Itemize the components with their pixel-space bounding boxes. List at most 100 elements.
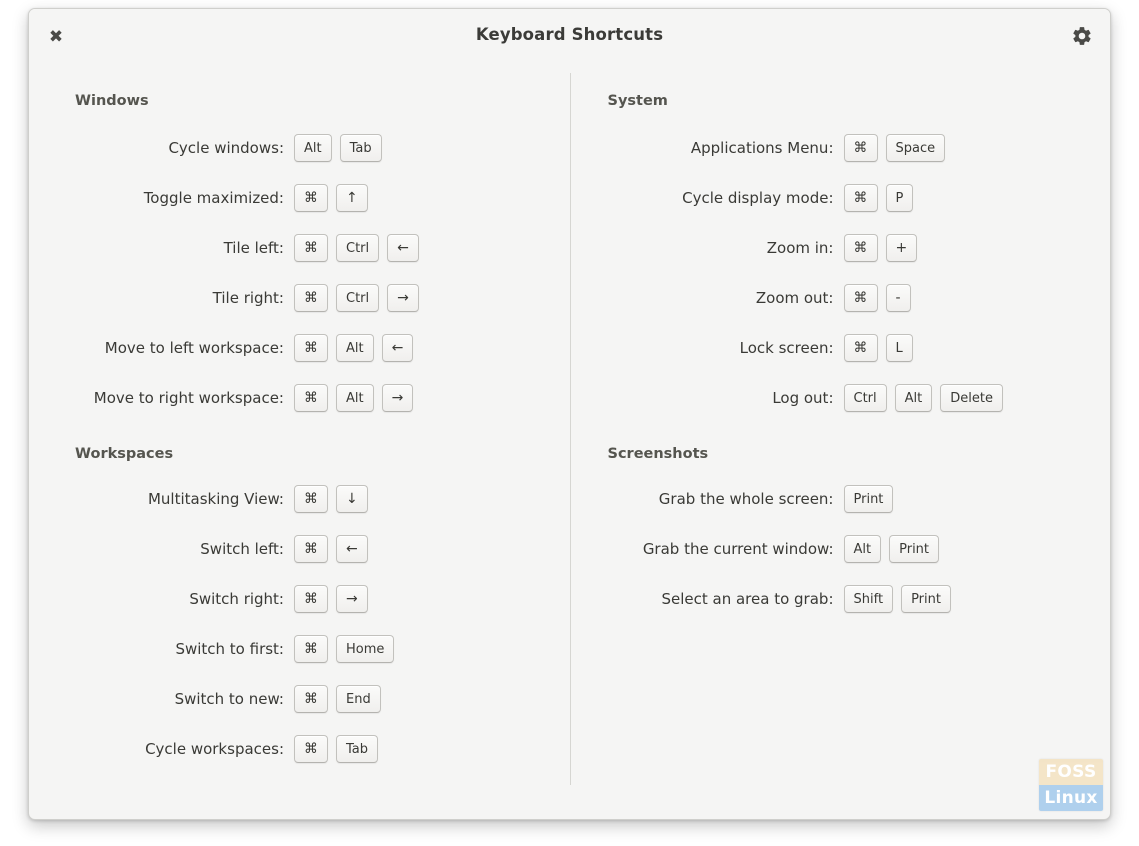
key-combo: ⌘ L xyxy=(843,334,913,362)
shortcut-row-cycle-display-mode: Cycle display mode: ⌘ P xyxy=(604,173,1111,223)
key-combo: Alt Tab xyxy=(294,134,382,162)
shortcut-row-lock-screen: Lock screen: ⌘ L xyxy=(604,323,1111,373)
shortcut-label: Toggle maximized: xyxy=(143,189,284,207)
section-title-screenshots: Screenshots xyxy=(607,446,709,462)
key-cap: Print xyxy=(901,585,951,613)
shortcut-row-grab-the-whole-screen: Grab the whole screen: Print xyxy=(604,474,1111,524)
shortcut-row-zoom-in: Zoom in: ⌘ + xyxy=(604,223,1111,273)
shortcut-row-tile-right: Tile right: ⌘ Ctrl → xyxy=(47,273,569,323)
shortcut-row-cycle-windows: Cycle windows: Alt Tab xyxy=(47,123,569,173)
key-cap: Home xyxy=(336,635,395,663)
key-cap: L xyxy=(885,334,913,362)
key-combo: ⌘ End xyxy=(294,685,381,713)
shortcut-label: Grab the current window: xyxy=(642,540,834,558)
shortcut-label: Cycle display mode: xyxy=(682,189,834,207)
key-cap: Tab xyxy=(339,134,382,162)
shortcut-label: Log out: xyxy=(772,389,834,407)
key-cap: ⌘ xyxy=(294,635,328,663)
shortcut-row-zoom-out: Zoom out: ⌘ - xyxy=(604,273,1111,323)
key-combo: ⌘ Ctrl ← xyxy=(294,234,419,262)
shortcut-row-move-to-right-workspace: Move to right workspace: ⌘ Alt → xyxy=(47,373,569,423)
section-title-system: System xyxy=(607,93,668,109)
key-cap: End xyxy=(336,685,381,713)
key-combo: Ctrl Alt Delete xyxy=(843,384,1003,412)
shortcut-row-switch-to-new: Switch to new: ⌘ End xyxy=(47,674,569,724)
shortcut-label: Tile left: xyxy=(223,239,284,257)
key-cap: ⌘ xyxy=(294,234,328,262)
watermark-top: FOSS xyxy=(1039,759,1103,785)
shortcut-label: Cycle windows: xyxy=(168,139,284,157)
key-combo: ⌘ Home xyxy=(294,635,395,663)
key-combo: ⌘ Tab xyxy=(294,735,379,763)
shortcut-row-select-an-area-to-grab: Select an area to grab: Shift Print xyxy=(604,574,1111,624)
shortcut-label: Cycle workspaces: xyxy=(145,740,284,758)
key-combo: ⌘ - xyxy=(843,284,911,312)
key-cap: ⌘ xyxy=(294,735,328,763)
shortcut-row-log-out: Log out: Ctrl Alt Delete xyxy=(604,373,1111,423)
key-cap: Delete xyxy=(940,384,1003,412)
shortcut-row-tile-left: Tile left: ⌘ Ctrl ← xyxy=(47,223,569,273)
key-cap: Ctrl xyxy=(336,284,380,312)
key-cap: Alt xyxy=(894,384,933,412)
shortcut-label: Zoom in: xyxy=(766,239,834,257)
shortcut-row-switch-right: Switch right: ⌘ → xyxy=(47,574,569,624)
shortcut-label: Switch to new: xyxy=(174,690,284,708)
watermark-bottom: Linux xyxy=(1039,785,1103,811)
shortcut-row-switch-to-first: Switch to first: ⌘ Home xyxy=(47,624,569,674)
key-cap: Ctrl xyxy=(336,234,380,262)
key-cap: → xyxy=(336,585,368,613)
watermark-line2: Linux xyxy=(1044,787,1098,808)
key-combo: ⌘ ↓ xyxy=(294,485,368,513)
shortcut-label: Grab the whole screen: xyxy=(658,490,834,508)
shortcut-row-move-to-left-workspace: Move to left workspace: ⌘ Alt ← xyxy=(47,323,569,373)
page-title: Keyboard Shortcuts xyxy=(475,25,664,44)
key-cap: ⌘ xyxy=(294,284,328,312)
key-cap: ← xyxy=(381,334,414,362)
key-cap: ⌘ xyxy=(294,184,328,212)
key-cap: ⌘ xyxy=(843,284,878,312)
watermark-line1: FOSS xyxy=(1045,761,1097,782)
shortcut-row-switch-left: Switch left: ⌘ ← xyxy=(47,524,569,574)
keyboard-shortcuts-window: ✖ Keyboard Shortcuts Windows Cycle window… xyxy=(28,8,1111,820)
shortcut-label: Zoom out: xyxy=(755,289,834,307)
foss-linux-watermark: FOSS Linux xyxy=(1039,759,1103,811)
key-cap: ⌘ xyxy=(843,234,878,262)
shortcut-label: Switch left: xyxy=(200,540,284,558)
key-combo: ⌘ ↑ xyxy=(294,184,368,212)
key-combo: Print xyxy=(843,485,894,513)
shortcut-label: Move to left workspace: xyxy=(104,339,284,357)
key-combo: ⌘ P xyxy=(843,184,914,212)
gear-icon[interactable] xyxy=(1066,20,1098,52)
key-cap: ⌘ xyxy=(294,685,328,713)
key-combo: Alt Print xyxy=(843,535,940,563)
key-cap: → xyxy=(381,384,414,412)
left-column: Windows Cycle windows: Alt Tab Toggle maximi… xyxy=(29,63,569,815)
key-combo: Shift Print xyxy=(843,585,951,613)
shortcut-label: Select an area to grab: xyxy=(661,590,834,608)
section-title-workspaces: Workspaces xyxy=(75,446,174,462)
key-combo: ⌘ Space xyxy=(843,134,946,162)
key-cap: P xyxy=(885,184,914,212)
key-combo: ⌘ Ctrl → xyxy=(294,284,419,312)
shortcut-row-toggle-maximized: Toggle maximized: ⌘ ↑ xyxy=(47,173,569,223)
key-combo: ⌘ Alt ← xyxy=(294,334,414,362)
shortcut-label: Move to right workspace: xyxy=(93,389,284,407)
key-combo: ⌘ + xyxy=(843,234,918,262)
key-cap: Alt xyxy=(843,535,882,563)
shortcut-row-applications-menu: Applications Menu: ⌘ Space xyxy=(604,123,1111,173)
key-cap: ← xyxy=(336,535,368,563)
key-combo: ⌘ Alt → xyxy=(294,384,414,412)
window-headerbar: ✖ Keyboard Shortcuts xyxy=(29,9,1110,63)
shortcut-label: Multitasking View: xyxy=(147,490,284,508)
key-cap: ← xyxy=(387,234,419,262)
key-cap: + xyxy=(885,234,918,262)
shortcut-label: Applications Menu: xyxy=(690,139,834,157)
key-cap: ↓ xyxy=(336,485,368,513)
key-cap: Alt xyxy=(294,134,332,162)
key-cap: Print xyxy=(889,535,940,563)
desktop-background: ✖ Keyboard Shortcuts Windows Cycle window… xyxy=(0,0,1139,846)
key-cap: → xyxy=(387,284,419,312)
key-cap: Alt xyxy=(336,334,374,362)
key-cap: Ctrl xyxy=(843,384,887,412)
shortcut-label: Lock screen: xyxy=(739,339,834,357)
